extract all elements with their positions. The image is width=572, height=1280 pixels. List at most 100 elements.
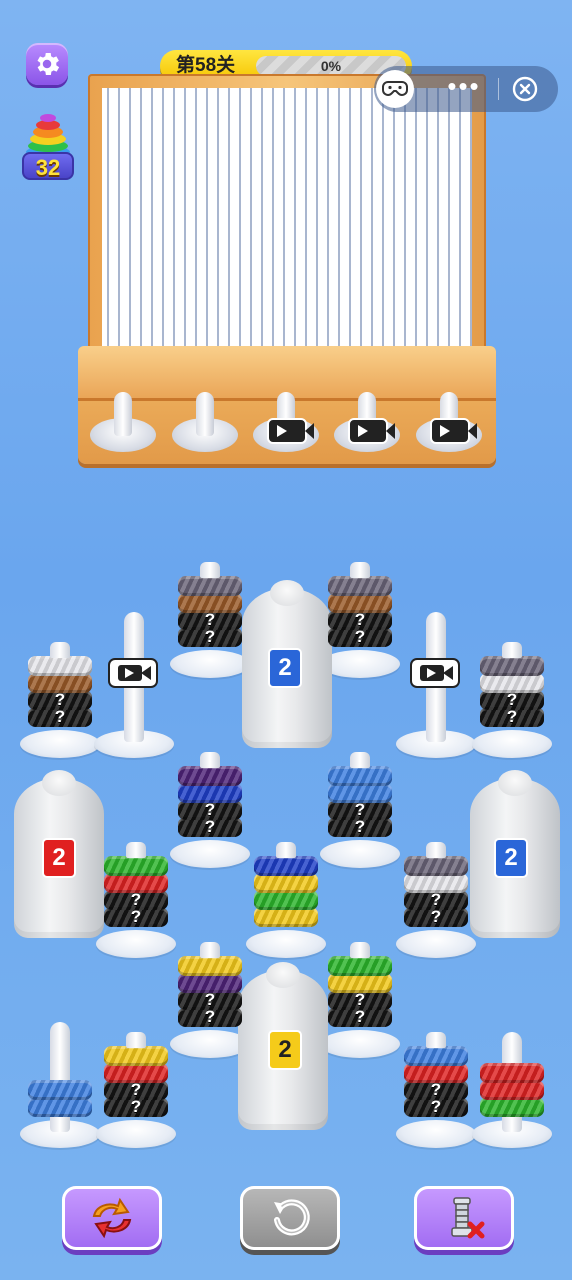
peg-base [20, 730, 100, 758]
ring-yellow [104, 1046, 168, 1066]
ring-gray [328, 576, 392, 596]
hidden-ring-mark: ? [54, 707, 66, 726]
hidden-ring-mark: ? [204, 627, 216, 646]
ring-blue [178, 783, 242, 803]
undo-button[interactable] [240, 1186, 340, 1250]
hidden-ring-mark: ? [354, 800, 366, 819]
spool-rod [196, 392, 214, 436]
ring-black: ? [178, 627, 242, 647]
stack-count: 32 [22, 152, 74, 180]
ring-black: ? [178, 817, 242, 837]
remove-screw-button[interactable] [414, 1186, 514, 1250]
ring-black: ? [404, 1097, 468, 1117]
ring-red [404, 1063, 468, 1083]
cloth-covered-peg[interactable]: 2 [470, 770, 560, 938]
hidden-ring-mark: ? [354, 610, 366, 629]
hidden-ring-mark: ? [54, 690, 66, 709]
hidden-ring-mark: ? [430, 1080, 442, 1099]
peg-tip [426, 1032, 446, 1048]
hidden-ring-mark: ? [354, 990, 366, 1009]
settings-button[interactable] [26, 43, 68, 85]
cloth-top [266, 962, 300, 988]
ring-green [254, 890, 318, 910]
ring-lblue [404, 1046, 468, 1066]
loom-frame [88, 74, 486, 370]
ring-red [480, 1080, 544, 1100]
peg-tip [200, 752, 220, 768]
cloth-covered-peg[interactable]: 2 [14, 770, 104, 938]
ring-white [480, 673, 544, 693]
peg-base [472, 730, 552, 758]
loom-spool[interactable] [90, 388, 156, 452]
ring-white [28, 656, 92, 676]
cloth-top [270, 580, 304, 606]
ring-green [328, 956, 392, 976]
ring-black: ? [104, 890, 168, 910]
shuffle-button[interactable] [62, 1186, 162, 1250]
hidden-ring-mark: ? [204, 610, 216, 629]
peg-base [96, 930, 176, 958]
game-button[interactable] [376, 70, 414, 108]
ring-black: ? [404, 907, 468, 927]
cover-count-badge: 2 [494, 838, 528, 878]
camera-lens [141, 666, 151, 680]
ring-red [104, 873, 168, 893]
peg-base [396, 930, 476, 958]
ring-black: ? [480, 707, 544, 727]
hidden-ring-mark: ? [354, 627, 366, 646]
ring-black: ? [480, 690, 544, 710]
peg-tip [426, 842, 446, 858]
cloth-top [498, 770, 532, 796]
cloth-covered-peg[interactable]: 2 [238, 962, 328, 1130]
video-unlock-icon[interactable] [108, 658, 158, 688]
peg-base [320, 1030, 400, 1058]
close-circle-icon[interactable] [510, 74, 540, 104]
ring-green [104, 856, 168, 876]
ring-yellow [254, 907, 318, 927]
ring-white [404, 873, 468, 893]
peg-tip [126, 842, 146, 858]
camera-lens [443, 666, 453, 680]
ring-black: ? [328, 1007, 392, 1027]
peg-tip [350, 752, 370, 768]
hidden-ring-mark: ? [506, 707, 518, 726]
ring-black: ? [104, 1080, 168, 1100]
ring-lblue [28, 1097, 92, 1117]
cloth-top [42, 770, 76, 796]
loom-spool-locked[interactable] [334, 388, 400, 452]
spool-rod [114, 392, 132, 436]
ring-black: ? [28, 690, 92, 710]
capsule-divider [498, 78, 499, 100]
ring-black: ? [104, 1097, 168, 1117]
remove-screw-icon [451, 1197, 485, 1239]
peg-base [320, 840, 400, 868]
gamepad-icon [382, 81, 408, 96]
peg-base [170, 840, 250, 868]
cover-count-badge: 2 [268, 1030, 302, 1070]
miniprogram-capsule: ••• [374, 66, 558, 112]
hidden-ring-mark: ? [130, 1097, 142, 1116]
stack-counter-button[interactable]: 32 [20, 108, 76, 182]
loom-spool[interactable] [172, 388, 238, 452]
ring-red [480, 1063, 544, 1083]
peg-tip [350, 942, 370, 958]
ring-black: ? [328, 817, 392, 837]
gear-icon [37, 53, 60, 75]
peg-tip [350, 562, 370, 578]
ring-gray [178, 576, 242, 596]
ring-black: ? [178, 610, 242, 630]
more-dots-icon[interactable]: ••• [434, 66, 494, 112]
ring-black: ? [28, 707, 92, 727]
loom-spool-locked[interactable] [416, 388, 482, 452]
loom-spool-locked[interactable] [253, 388, 319, 452]
peg-tip [276, 842, 296, 858]
ring-yellow [328, 973, 392, 993]
cloth-covered-peg[interactable]: 2 [242, 580, 332, 748]
video-unlock-icon[interactable] [410, 658, 460, 688]
peg-base [246, 930, 326, 958]
ring-brown [328, 593, 392, 613]
hidden-ring-mark: ? [204, 990, 216, 1009]
ring-black: ? [178, 1007, 242, 1027]
ring-lblue [328, 766, 392, 786]
ring-black: ? [178, 800, 242, 820]
